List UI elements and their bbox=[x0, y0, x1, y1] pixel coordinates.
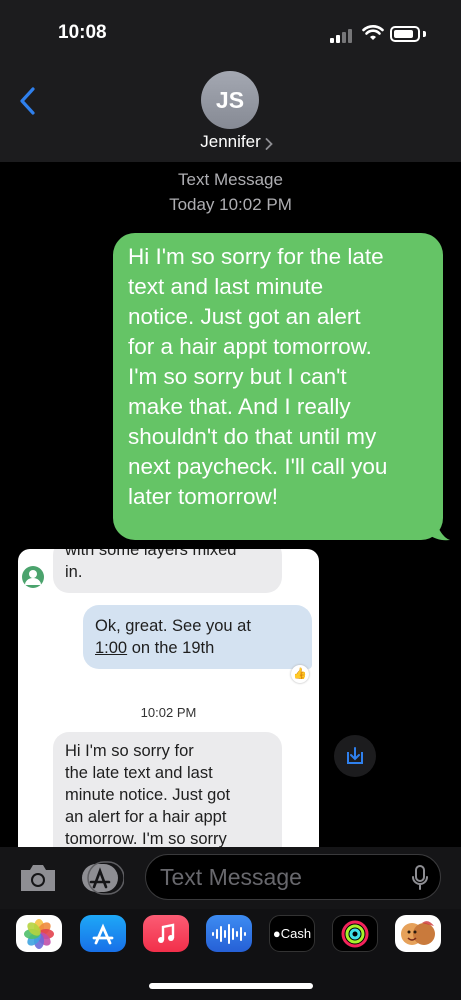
message-line: Hi I'm so sorry for the late bbox=[128, 244, 384, 269]
message-line: later tomorrow! bbox=[128, 484, 279, 509]
avatar-initials: JS bbox=[215, 86, 245, 113]
message-line: I'm so sorry but I can't bbox=[128, 364, 347, 389]
received-message-bubble: with some layers mixed in. bbox=[53, 549, 282, 593]
apple-logo-icon: ● bbox=[272, 926, 281, 941]
message-line: notice. Just got an alert bbox=[128, 304, 361, 329]
contact-name[interactable]: Jennifer bbox=[0, 132, 461, 152]
timestamp: Today 10:02 PM bbox=[169, 195, 292, 214]
message-line: make that. And I really bbox=[128, 394, 351, 419]
service-label: Text Message bbox=[178, 170, 283, 189]
message-line: text and last minute bbox=[128, 274, 324, 299]
app-store-apps-icon[interactable] bbox=[80, 860, 124, 896]
message-time: 10:02 PM bbox=[140, 705, 197, 720]
cellular-signal-icon bbox=[330, 29, 356, 43]
apple-cash-icon[interactable]: ● Cash bbox=[269, 915, 315, 952]
thumbs-up-icon: 👍 bbox=[291, 665, 309, 683]
save-image-button[interactable] bbox=[334, 735, 376, 777]
home-indicator bbox=[149, 983, 313, 989]
received-message-bubble: Hi I'm so sorry for the late text and la… bbox=[53, 732, 282, 849]
back-chevron-icon[interactable] bbox=[18, 86, 38, 116]
wifi-icon bbox=[362, 25, 384, 40]
battery-icon bbox=[390, 26, 420, 42]
thread-timestamp: Text Message Today 10:02 PM bbox=[0, 167, 461, 217]
sent-message-bubble[interactable]: Hi I'm so sorry for the late text and la… bbox=[113, 233, 443, 540]
music-icon[interactable] bbox=[143, 915, 189, 952]
audio-message-icon[interactable] bbox=[206, 915, 252, 952]
sent-message-bubble: Ok, great. See you at 1:00 on the 19th bbox=[83, 605, 312, 669]
time-link: 1:00 bbox=[95, 639, 128, 657]
image-attachment[interactable]: with some layers mixed in. Ok, great. Se… bbox=[18, 549, 319, 849]
message-line: shouldn't do that until my bbox=[128, 424, 377, 449]
contact-avatar[interactable]: JS bbox=[201, 71, 259, 129]
status-bar-time: 10:08 bbox=[58, 22, 107, 43]
memoji-icon[interactable] bbox=[395, 915, 441, 952]
chevron-right-icon[interactable] bbox=[265, 138, 273, 150]
contact-avatar-icon bbox=[22, 566, 44, 588]
microphone-icon[interactable] bbox=[410, 864, 430, 892]
download-icon bbox=[347, 747, 363, 764]
message-input-placeholder: Text Message bbox=[160, 864, 302, 890]
activity-icon[interactable] bbox=[332, 915, 378, 952]
photos-icon[interactable] bbox=[16, 915, 62, 952]
camera-icon[interactable] bbox=[17, 862, 59, 894]
bubble-tail bbox=[428, 520, 450, 541]
message-line: next paycheck. I'll call you bbox=[128, 454, 388, 479]
app-store-icon[interactable] bbox=[80, 915, 126, 952]
message-line: for a hair appt tomorrow. bbox=[128, 334, 372, 359]
battery-nub bbox=[423, 31, 426, 37]
